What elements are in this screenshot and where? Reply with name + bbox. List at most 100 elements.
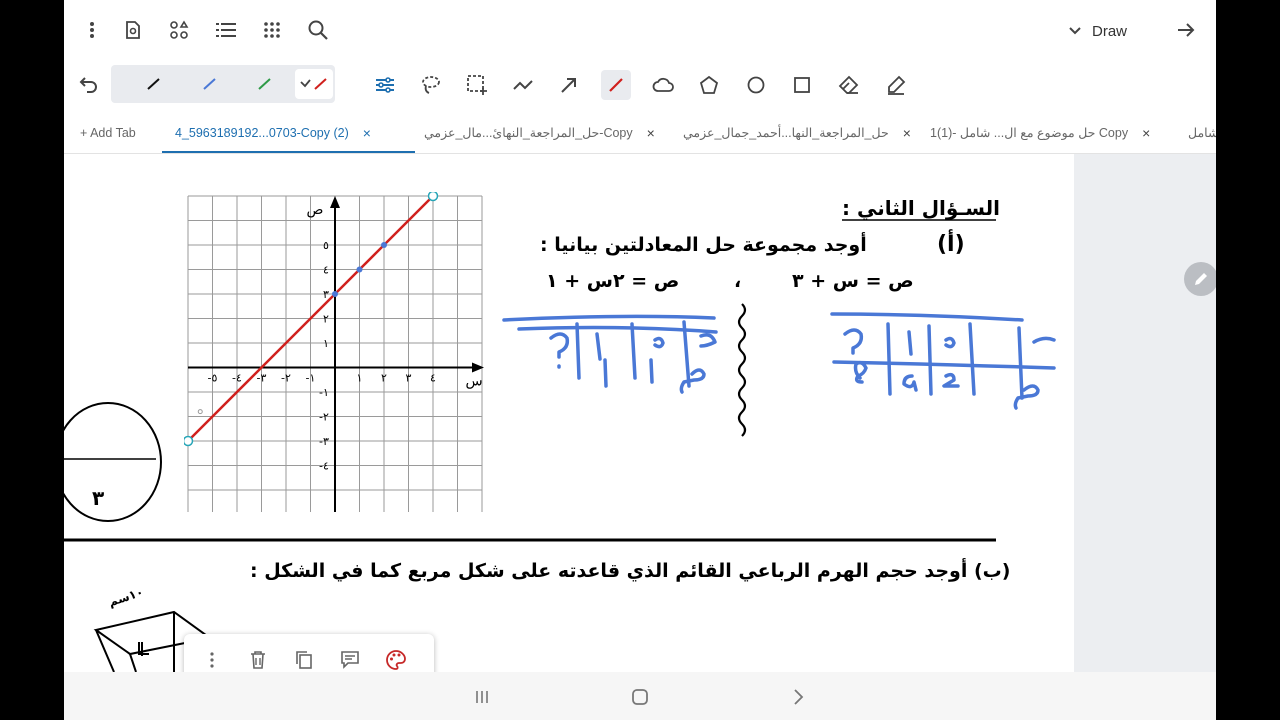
plotted-point	[332, 291, 338, 297]
comment-icon[interactable]	[336, 646, 364, 672]
x-tick-label: ٤	[430, 372, 436, 385]
eraser-icon[interactable]	[834, 70, 864, 100]
settings-doc-icon[interactable]	[119, 16, 147, 44]
line-endpoint-handle	[184, 435, 194, 447]
close-tab-icon[interactable]: ×	[1142, 125, 1150, 141]
delete-icon[interactable]	[244, 646, 272, 672]
pentagon-shape-icon[interactable]	[694, 70, 724, 100]
grid-apps-icon[interactable]	[258, 16, 286, 44]
y-tick-label: -٢	[319, 411, 329, 424]
list-icon[interactable]	[212, 16, 240, 44]
tab-label: حل_المراجعة_النها...أحمد_جمال_عزمي	[683, 126, 889, 140]
y-tick-label: ٢	[323, 313, 329, 326]
line-endpoint-handle	[427, 192, 439, 202]
x-axis-label: س	[465, 374, 482, 390]
equation-separator: ،	[734, 270, 742, 292]
cloud-shape-icon[interactable]	[648, 70, 678, 100]
tab-label: حل_المراجعة_النهائ...مال_عزمي-Copy	[424, 126, 633, 140]
lasso-icon[interactable]	[416, 70, 446, 100]
tab-document-5[interactable]: شامل	[1188, 112, 1216, 153]
arrow-forward-icon[interactable]	[1172, 16, 1200, 44]
handwritten-table-left	[502, 314, 718, 394]
floating-pen-button[interactable]	[1184, 262, 1216, 296]
document-page[interactable]: ١ ٢ ٣ ٤ -١ -٢ -٣ -٤ -٥ ١ ٢ ٣ ٤ ٥ -١ -٢ -٣ -٤ ص س السـؤال ال…	[64, 154, 1074, 672]
tab-document-4[interactable]: 1حل موضوع مع ال... شامل -(1) Copy ×	[930, 112, 1150, 153]
x-tick-label: ١	[357, 372, 363, 385]
recent-apps-icon[interactable]	[468, 684, 496, 710]
arrow-tool-icon[interactable]	[554, 70, 584, 100]
tab-label: 1حل موضوع مع ال... شامل -(1) Copy	[930, 126, 1129, 140]
tab-label: 4_5963189192...0703-Copy (2)	[175, 125, 349, 140]
equation-2: ص = ٢س + ١	[546, 270, 680, 292]
tab-bar: + Add Tab 4_5963189192...0703-Copy (2) ×…	[64, 112, 1216, 154]
green-pen-preset[interactable]	[246, 69, 284, 99]
y-tick-label: ٣	[323, 288, 329, 301]
coordinate-graph: ١ ٢ ٣ ٤ -١ -٢ -٣ -٤ -٥ ١ ٢ ٣ ٤ ٥ -١ -٢ -٣ -٤ ص س	[184, 192, 484, 512]
question-title: السـؤال الثاني :	[842, 196, 1001, 220]
page-margin-area	[1074, 154, 1216, 672]
chevron-down-icon	[1069, 27, 1081, 35]
x-tick-label: -١	[306, 372, 316, 385]
x-tick-label: -٥	[208, 372, 218, 385]
plotted-point	[381, 242, 387, 248]
y-tick-label: ٥	[323, 239, 329, 252]
select-rect-icon[interactable]	[462, 70, 492, 100]
handwritten-table-right	[830, 312, 1056, 410]
top-toolbar: Draw	[64, 0, 1216, 62]
more-vert-icon[interactable]	[78, 16, 106, 44]
home-icon[interactable]	[626, 684, 654, 710]
add-tab-button[interactable]: + Add Tab	[80, 112, 136, 153]
x-tick-label: -٤	[232, 372, 242, 385]
draw-mode-label: Draw	[1092, 22, 1128, 40]
y-tick-label: -١	[319, 386, 329, 399]
close-tab-icon[interactable]: ×	[647, 125, 655, 141]
x-tick-label: -٣	[257, 372, 267, 385]
x-tick-label: ٣	[406, 372, 412, 385]
tab-active-document[interactable]: 4_5963189192...0703-Copy (2) ×	[175, 112, 371, 153]
highlighter-icon[interactable]	[881, 70, 911, 100]
pen-toolbar	[64, 64, 1216, 106]
close-tab-icon[interactable]: ×	[903, 125, 911, 141]
tab-document-2[interactable]: حل_المراجعة_النهائ...مال_عزمي-Copy ×	[424, 112, 655, 153]
search-icon[interactable]	[304, 16, 332, 44]
draw-mode-dropdown[interactable]: Draw	[1068, 18, 1127, 44]
more-vert-icon[interactable]	[198, 646, 226, 672]
pen-settings-icon[interactable]	[370, 70, 400, 100]
y-tick-label: ٤	[323, 264, 329, 277]
x-tick-label: -٢	[281, 372, 291, 385]
freehand-line-icon[interactable]	[508, 70, 538, 100]
red-line-tool-icon[interactable]	[601, 70, 631, 100]
part-a-text: أوجد مجموعة حل المعادلتين بيانيا :	[540, 234, 867, 256]
part-a-label: (أ)	[937, 232, 965, 257]
undo-icon[interactable]	[72, 70, 102, 100]
shapes-icon[interactable]	[165, 16, 193, 44]
handwritten-separator	[737, 303, 747, 437]
palette-icon[interactable]	[382, 646, 410, 672]
pen-presets	[111, 65, 335, 103]
part-b-text: (ب) أوجد حجم الهرم الرباعي القائم الذي ق…	[250, 560, 1011, 582]
pen-icon	[1195, 273, 1207, 285]
circle-radius-label: ٣	[92, 486, 105, 510]
app-window: Draw + Add Tab 4_5963189192...0703-Copy …	[64, 0, 1216, 720]
rectangle-shape-icon[interactable]	[787, 70, 817, 100]
y-axis-label: ص	[307, 202, 324, 218]
y-axis-arrowhead	[330, 196, 340, 208]
black-pen-preset[interactable]	[135, 69, 173, 99]
y-tick-label: -٣	[319, 435, 329, 448]
blue-pen-preset[interactable]	[191, 69, 229, 99]
close-tab-icon[interactable]: ×	[363, 125, 371, 141]
back-icon[interactable]	[784, 684, 812, 710]
y-tick-label: ١	[323, 337, 329, 350]
equation-1: ص = س + ٣	[792, 270, 914, 292]
circle-shape-icon[interactable]	[741, 70, 771, 100]
add-tab-label: + Add Tab	[80, 125, 136, 140]
active-tab-indicator	[162, 151, 415, 153]
x-tick-label: ٢	[381, 372, 387, 385]
system-navigation-bar	[64, 672, 1216, 720]
tab-document-3[interactable]: حل_المراجعة_النها...أحمد_جمال_عزمي ×	[683, 112, 911, 153]
selection-context-menu	[184, 634, 434, 672]
y-tick-label: -٤	[319, 460, 329, 473]
plotted-point	[356, 266, 363, 273]
red-pen-preset-selected[interactable]	[295, 69, 333, 99]
copy-icon[interactable]	[290, 646, 318, 672]
